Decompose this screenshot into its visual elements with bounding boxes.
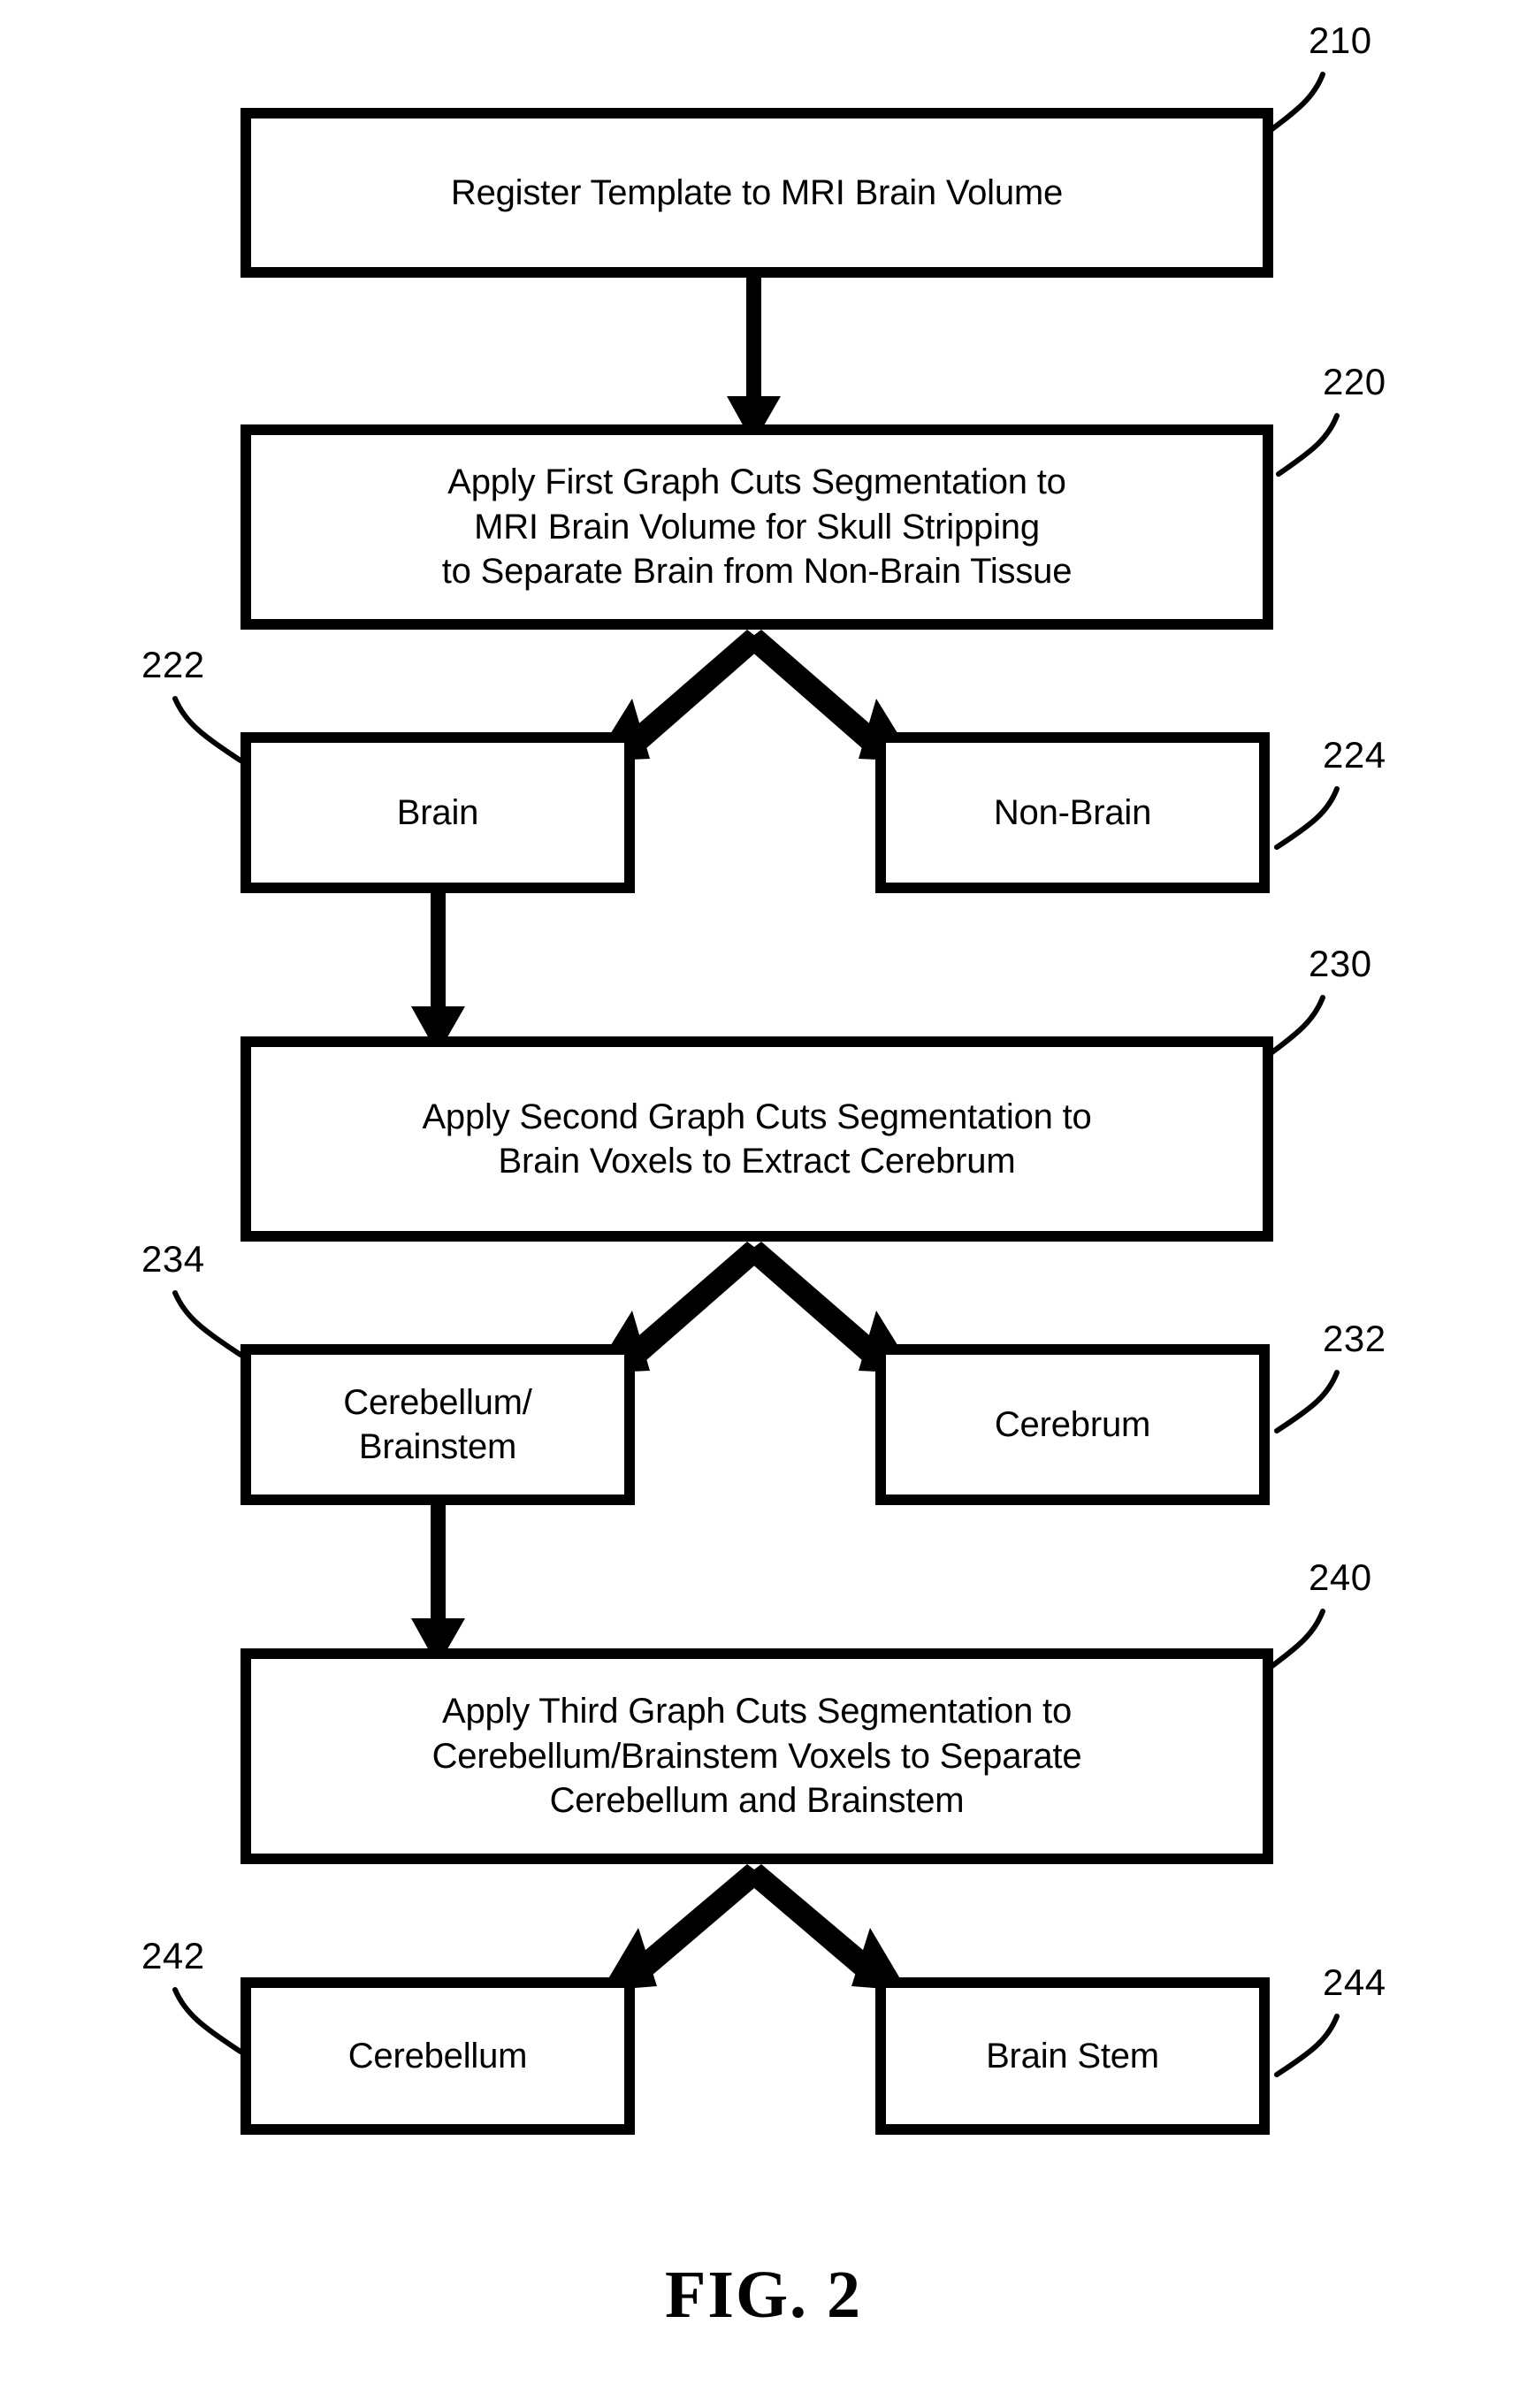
leader-230 (1267, 995, 1325, 1057)
flow-node-240[interactable]: Apply Third Graph Cuts Segmentation to C… (241, 1648, 1273, 1864)
flow-node-210[interactable]: Register Template to MRI Brain Volume (241, 108, 1273, 278)
flow-node-222-label: Brain (396, 792, 479, 832)
flow-node-234-inner: Cerebellum/ Brainstem (248, 1352, 627, 1497)
flow-node-220[interactable]: Apply First Graph Cuts Segmentation to M… (241, 424, 1273, 630)
leader-220 (1276, 413, 1340, 477)
flow-node-232-label: Cerebrum (994, 1404, 1151, 1444)
flow-node-224-label: Non-Brain (993, 792, 1152, 832)
flow-node-242-label: Cerebellum (347, 2036, 528, 2075)
ref-numeral-230: 230 (1309, 943, 1372, 984)
leader-244 (1274, 2014, 1340, 2077)
flow-node-222-inner: Brain (248, 740, 627, 885)
ref-numeral-244: 244 (1323, 1961, 1386, 2003)
ref-numeral-234: 234 (141, 1238, 205, 1280)
ref-numeral-242: 242 (141, 1935, 205, 1976)
figure-caption: FIG. 2 (664, 2258, 863, 2332)
patent-figure-canvas: Register Template to MRI Brain Volume 21… (0, 0, 1527, 2408)
arrow-234-to-240 (411, 1503, 465, 1666)
flow-node-232-inner: Cerebrum (883, 1352, 1262, 1497)
flow-node-242[interactable]: Cerebellum (241, 1977, 635, 2135)
leader-232 (1274, 1370, 1340, 1433)
flow-node-230[interactable]: Apply Second Graph Cuts Segmentation to … (241, 1036, 1273, 1242)
flow-node-242-inner: Cerebellum (248, 1985, 627, 2127)
flow-node-224[interactable]: Non-Brain (875, 732, 1270, 893)
ref-numeral-224: 224 (1323, 734, 1386, 776)
flow-node-234[interactable]: Cerebellum/ Brainstem (241, 1344, 635, 1505)
flow-node-220-inner: Apply First Graph Cuts Segmentation to M… (248, 432, 1265, 622)
flow-node-210-inner: Register Template to MRI Brain Volume (248, 116, 1265, 270)
leader-240 (1267, 1609, 1325, 1670)
flow-node-222[interactable]: Brain (241, 732, 635, 893)
leader-234 (172, 1290, 243, 1357)
leader-222 (172, 696, 243, 763)
flow-node-224-inner: Non-Brain (883, 740, 1262, 885)
flow-node-240-inner: Apply Third Graph Cuts Segmentation to C… (248, 1656, 1265, 1856)
flow-node-232[interactable]: Cerebrum (875, 1344, 1270, 1505)
ref-numeral-210: 210 (1309, 19, 1372, 61)
ref-numeral-240: 240 (1309, 1556, 1372, 1598)
flow-node-244[interactable]: Brain Stem (875, 1977, 1270, 2135)
flow-node-210-label: Register Template to MRI Brain Volume (450, 172, 1064, 212)
flow-node-234-label: Cerebellum/ Brainstem (343, 1382, 532, 1466)
flow-node-220-label: Apply First Graph Cuts Segmentation to M… (441, 462, 1073, 592)
arrow-240-to-244 (743, 1864, 907, 1991)
ref-numeral-222: 222 (141, 644, 205, 685)
leader-224 (1274, 786, 1340, 850)
flow-node-244-label: Brain Stem (986, 2036, 1159, 2075)
ref-numeral-220: 220 (1323, 361, 1386, 402)
leader-210 (1267, 72, 1325, 134)
arrow-210-to-220 (727, 276, 781, 444)
ref-numeral-232: 232 (1323, 1318, 1386, 1359)
flow-node-230-inner: Apply Second Graph Cuts Segmentation to … (248, 1044, 1265, 1234)
flow-node-244-inner: Brain Stem (883, 1985, 1262, 2127)
flow-node-240-label: Apply Third Graph Cuts Segmentation to C… (431, 1692, 1082, 1821)
arrow-222-to-230 (411, 893, 465, 1054)
leader-242 (172, 1987, 243, 2054)
flow-node-230-label: Apply Second Graph Cuts Segmentation to … (422, 1097, 1092, 1181)
arrow-240-to-242 (601, 1864, 766, 1991)
